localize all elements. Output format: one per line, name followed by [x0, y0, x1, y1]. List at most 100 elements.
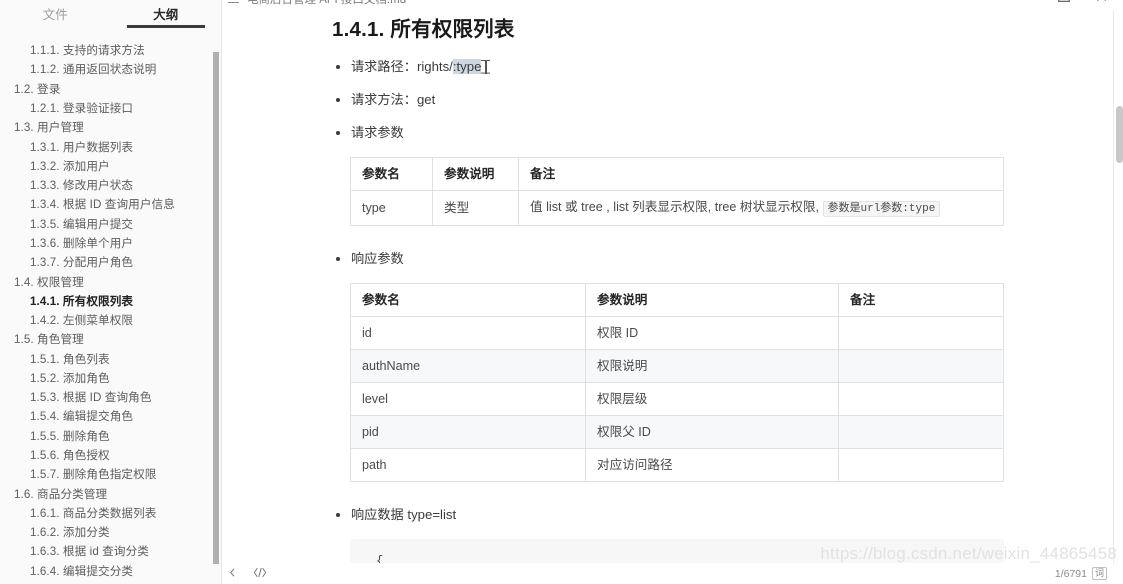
sidebar-item-24[interactable]: 1.6. 商品分类管理: [0, 484, 221, 503]
request-path-label: 请求路径：: [351, 59, 417, 74]
titlebar-actions: [1057, 0, 1109, 4]
response-params-table: 参数名 参数说明 备注 id权限 IDauthName权限说明level权限层级…: [350, 283, 1004, 482]
sidebar-item-15[interactable]: 1.4.2. 左侧菜单权限: [0, 311, 221, 330]
page-title: 1.4.1. 所有权限列表: [332, 16, 1003, 44]
request-params-table: 参数名 参数说明 备注 type 类型 值 list 或 tree , list…: [350, 157, 1004, 226]
sidebar-item-4[interactable]: 1.2.1. 登录验证接口: [0, 99, 221, 118]
list-item-request-path: 请求路径：rights/:type: [332, 58, 1003, 75]
cell-param-name: pid: [351, 416, 586, 449]
table-row: id权限 ID: [351, 317, 1004, 350]
cell-remark: [839, 317, 1004, 350]
response-data-list: 响应数据 type=list: [332, 506, 1003, 523]
response-info-list: 响应参数: [332, 250, 1003, 267]
main-scrollbar-thumb[interactable]: [1116, 106, 1123, 163]
remark-text: 值 list 或 tree , list 列表显示权限, tree 树状显示权限…: [530, 200, 819, 214]
tab-files[interactable]: 文件: [0, 8, 111, 28]
sidebar-item-23[interactable]: 1.5.7. 删除角色指定权限: [0, 465, 221, 484]
sidebar-item-2[interactable]: 1.1.2. 通用返回状态说明: [0, 60, 221, 79]
code-brackets-icon[interactable]: [253, 567, 267, 581]
sidebar-item-20[interactable]: 1.5.4. 编辑提交角色: [0, 407, 221, 426]
sidebar-item-22[interactable]: 1.5.6. 角色授权: [0, 446, 221, 465]
table-row: path对应访问路径: [351, 449, 1004, 482]
request-path-selected-text[interactable]: :type: [453, 59, 482, 74]
status-bar-left: [228, 567, 267, 581]
sidebar-item-5[interactable]: 1.3. 用户管理: [0, 118, 221, 137]
sidebar-item-28[interactable]: 1.6.4. 编辑提交分类: [0, 562, 221, 581]
sidebar-item-1[interactable]: 1.1.1. 支持的请求方法: [0, 41, 221, 60]
document-scroll-area[interactable]: 1.4.1. 所有权限列表 请求路径：rights/:type 请求方法：get…: [222, 10, 1123, 563]
sidebar-item-16[interactable]: 1.5. 角色管理: [0, 330, 221, 349]
code-line-1: {: [376, 554, 383, 563]
cell-param-desc: 类型: [433, 191, 519, 226]
cell-param-name: level: [351, 383, 586, 416]
cell-param-name: authName: [351, 350, 586, 383]
column-header-remark: 备注: [519, 158, 1004, 191]
sidebar-item-9[interactable]: 1.3.4. 根据 ID 查询用户信息: [0, 195, 221, 214]
text-cursor-icon: [481, 60, 490, 74]
column-header-param-desc: 参数说明: [586, 284, 839, 317]
list-item-response-params: 响应参数: [332, 250, 1003, 267]
chevron-left-icon[interactable]: [228, 567, 237, 581]
table-header-row: 参数名 参数说明 备注: [351, 284, 1004, 317]
sidebar-item-8[interactable]: 1.3.3. 修改用户状态: [0, 176, 221, 195]
sidebar-item-6[interactable]: 1.3.1. 用户数据列表: [0, 137, 221, 156]
sidebar-scrollbar-thumb[interactable]: [213, 52, 219, 564]
sidebar-item-11[interactable]: 1.3.6. 删除单个用户: [0, 234, 221, 253]
window-titlebar: 电商后台管理 API 接口文档.md: [222, 0, 1123, 10]
list-item-request-params: 请求参数: [332, 124, 1003, 141]
sidebar-item-25[interactable]: 1.6.1. 商品分类数据列表: [0, 504, 221, 523]
list-item-request-method: 请求方法：get: [332, 91, 1003, 108]
tab-outline[interactable]: 大纲: [111, 8, 222, 28]
table-header-row: 参数名 参数说明 备注: [351, 158, 1004, 191]
word-count-unit-badge[interactable]: 词: [1092, 567, 1107, 580]
cell-param-desc: 对应访问路径: [586, 449, 839, 482]
response-code-block[interactable]: { "data": [: [350, 539, 1004, 563]
sidebar-item-17[interactable]: 1.5.1. 角色列表: [0, 350, 221, 369]
cell-remark: [839, 350, 1004, 383]
sidebar-item-26[interactable]: 1.6.2. 添加分类: [0, 523, 221, 542]
table-row: level权限层级: [351, 383, 1004, 416]
cell-param-desc: 权限说明: [586, 350, 839, 383]
status-bar: 1/6791 词: [222, 563, 1123, 584]
close-icon[interactable]: [1095, 0, 1109, 4]
outline-list[interactable]: 1.1.1. 支持的请求方法1.1.2. 通用返回状态说明1.2. 登录1.2.…: [0, 28, 221, 584]
column-header-remark: 备注: [839, 284, 1004, 317]
document-body: 1.4.1. 所有权限列表 请求路径：rights/:type 请求方法：get…: [222, 10, 1123, 563]
cell-param-desc: 权限 ID: [586, 317, 839, 350]
sidebar-item-12[interactable]: 1.3.7. 分配用户角色: [0, 253, 221, 272]
request-path-value: rights/: [417, 59, 453, 74]
sidebar-scrollbar[interactable]: [212, 30, 219, 584]
cell-remark: [839, 449, 1004, 482]
markdown-editor-window: 文件 大纲 1.1.1. 支持的请求方法1.1.2. 通用返回状态说明1.2. …: [0, 0, 1123, 584]
column-header-param-name: 参数名: [351, 158, 433, 191]
request-method-value: get: [417, 92, 435, 107]
cell-remark: [839, 383, 1004, 416]
sidebar-item-13[interactable]: 1.4. 权限管理: [0, 272, 221, 291]
cell-param-name: type: [351, 191, 433, 226]
sidebar-item-21[interactable]: 1.5.5. 删除角色: [0, 427, 221, 446]
main-content: 电商后台管理 API 接口文档.md 1.4.1. 所有权限列表: [222, 0, 1123, 584]
table-row: type 类型 值 list 或 tree , list 列表显示权限, tre…: [351, 191, 1004, 226]
list-item-response-data: 响应数据 type=list: [332, 506, 1003, 523]
cell-param-name: path: [351, 449, 586, 482]
sidebar-item-3[interactable]: 1.2. 登录: [0, 80, 221, 99]
sidebar-tabs: 文件 大纲: [0, 0, 221, 28]
table-row: authName权限说明: [351, 350, 1004, 383]
sidebar-item-19[interactable]: 1.5.3. 根据 ID 查询角色: [0, 388, 221, 407]
status-bar-right: 1/6791 词: [1055, 567, 1107, 580]
sidebar-item-7[interactable]: 1.3.2. 添加用户: [0, 157, 221, 176]
word-count: 1/6791: [1055, 568, 1087, 580]
cell-param-desc: 权限层级: [586, 383, 839, 416]
sidebar-item-14[interactable]: 1.4.1. 所有权限列表: [0, 292, 221, 311]
hamburger-icon[interactable]: [228, 0, 239, 4]
export-icon[interactable]: [1057, 0, 1071, 4]
request-info-list: 请求路径：rights/:type 请求方法：get 请求参数: [332, 58, 1003, 141]
remark-inline-code: 参数是url参数:type: [823, 201, 941, 217]
sidebar-item-18[interactable]: 1.5.2. 添加角色: [0, 369, 221, 388]
table-row: pid权限父 ID: [351, 416, 1004, 449]
cell-param-desc: 权限父 ID: [586, 416, 839, 449]
main-scrollbar[interactable]: [1113, 10, 1123, 584]
sidebar-item-10[interactable]: 1.3.5. 编辑用户提交: [0, 215, 221, 234]
column-header-param-desc: 参数说明: [433, 158, 519, 191]
sidebar-item-27[interactable]: 1.6.3. 根据 id 查询分类: [0, 542, 221, 561]
